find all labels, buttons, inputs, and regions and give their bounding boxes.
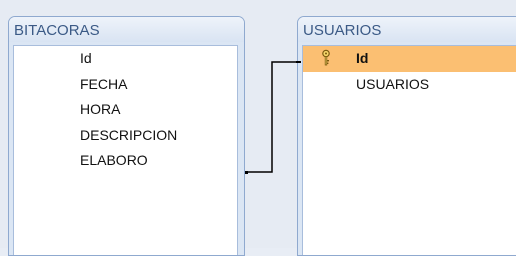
relationships-canvas: BITACORAS Id FECHA HORA DESCRIPCION ELAB… (0, 0, 516, 256)
field-label: Id (80, 50, 92, 66)
table-title-bitacoras[interactable]: BITACORAS (9, 17, 244, 42)
table-title-usuarios[interactable]: USUARIOS (298, 17, 516, 42)
key-icon (322, 49, 330, 66)
field-row-descripcion[interactable]: DESCRIPCION (14, 123, 237, 149)
table-window-bitacoras[interactable]: BITACORAS Id FECHA HORA DESCRIPCION ELAB… (8, 16, 245, 256)
field-list-usuarios[interactable]: Id USUARIOS (302, 45, 516, 255)
field-row-elaboro[interactable]: ELABORO (14, 148, 237, 174)
field-label: Id (356, 50, 369, 66)
field-row-id[interactable]: Id (14, 46, 237, 72)
field-label: DESCRIPCION (80, 126, 178, 143)
field-row-fecha[interactable]: FECHA (14, 72, 237, 98)
field-label: USUARIOS (356, 75, 430, 92)
field-label: HORA (80, 101, 121, 117)
field-label: ELABORO (80, 152, 148, 168)
field-row-usuarios[interactable]: USUARIOS (303, 72, 516, 98)
field-row-hora[interactable]: HORA (14, 97, 237, 123)
field-list-bitacoras[interactable]: Id FECHA HORA DESCRIPCION ELABORO (13, 45, 238, 255)
field-label: FECHA (80, 75, 128, 92)
table-window-usuarios[interactable]: USUARIOS Id USUARIOS (297, 16, 516, 256)
field-row-id-selected[interactable]: Id (303, 46, 516, 72)
